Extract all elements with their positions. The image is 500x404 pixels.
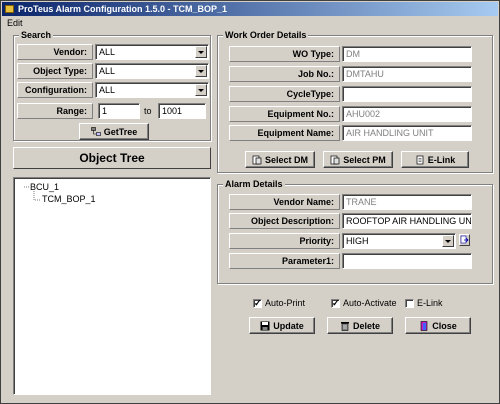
vendor-select[interactable]: ALL bbox=[95, 44, 209, 60]
job-no-label: Job No.: bbox=[229, 66, 340, 82]
parameter1-label: Parameter1: bbox=[229, 253, 340, 269]
range-to-label: to bbox=[144, 106, 152, 116]
trash-icon bbox=[340, 321, 349, 331]
select-dm-button[interactable]: Select DM bbox=[245, 151, 315, 168]
range-to-input[interactable]: 1001 bbox=[158, 103, 206, 119]
wo-type-label: WO Type: bbox=[229, 46, 340, 62]
vendor-label: Vendor: bbox=[17, 44, 93, 60]
vendor-name-label: Vendor Name: bbox=[229, 194, 340, 210]
priority-dropdown-icon[interactable] bbox=[442, 235, 454, 247]
link-icon bbox=[416, 155, 424, 164]
select-pm-label: Select PM bbox=[343, 154, 386, 165]
elink-checkbox-label: E-Link bbox=[417, 298, 443, 308]
auto-print-check[interactable] bbox=[253, 297, 262, 309]
priority-select[interactable]: HIGH bbox=[342, 233, 456, 249]
priority-select-value: HIGH bbox=[346, 236, 369, 246]
app-icon bbox=[5, 5, 14, 13]
configuration-select[interactable]: ALL bbox=[95, 82, 209, 98]
close-label: Close bbox=[432, 320, 457, 331]
priority-edit-icon[interactable] bbox=[459, 234, 470, 246]
delete-label: Delete bbox=[352, 320, 380, 331]
alarm-details-group-title: Alarm Details bbox=[223, 178, 285, 190]
tree-node-tcm-bop[interactable]: TCM_BOP_1 bbox=[42, 194, 96, 205]
equipment-name-field[interactable]: AIR HANDLING UNIT bbox=[342, 125, 472, 141]
auto-print-checkbox[interactable]: Auto-Print bbox=[253, 297, 305, 309]
title-bar: ProTeus Alarm Configuration 1.5.0 - TCM_… bbox=[2, 2, 498, 16]
save-icon bbox=[260, 321, 270, 330]
tree-node-bcu[interactable]: BCU_1 bbox=[30, 182, 59, 193]
priority-label: Priority: bbox=[229, 233, 340, 249]
gettree-button[interactable]: GetTree bbox=[79, 123, 149, 140]
auto-activate-check[interactable] bbox=[331, 297, 340, 309]
select-dm-label: Select DM bbox=[264, 154, 308, 165]
app-window: ProTeus Alarm Configuration 1.5.0 - TCM_… bbox=[0, 0, 500, 404]
update-button[interactable]: Update bbox=[249, 317, 315, 334]
configuration-dropdown-icon[interactable] bbox=[195, 84, 207, 96]
object-description-field[interactable]: ROOFTOP AIR HANDLING UNIT bbox=[342, 213, 472, 229]
delete-button[interactable]: Delete bbox=[327, 317, 393, 334]
gettree-label: GetTree bbox=[103, 126, 138, 137]
auto-activate-label: Auto-Activate bbox=[343, 298, 397, 308]
object-type-dropdown-icon[interactable] bbox=[195, 65, 207, 77]
elink-button-label: E-Link bbox=[427, 154, 456, 165]
menu-bar: Edit bbox=[3, 17, 27, 29]
elink-checkbox[interactable]: E-Link bbox=[405, 297, 443, 309]
window-title: ProTeus Alarm Configuration 1.5.0 - TCM_… bbox=[18, 4, 228, 14]
elink-button[interactable]: E-Link bbox=[401, 151, 469, 168]
door-exit-icon bbox=[420, 320, 428, 331]
parameter1-field[interactable] bbox=[342, 253, 472, 269]
auto-activate-checkbox[interactable]: Auto-Activate bbox=[331, 297, 397, 309]
object-type-select[interactable]: ALL bbox=[95, 63, 209, 79]
vendor-dropdown-icon[interactable] bbox=[195, 46, 207, 58]
object-type-label: Object Type: bbox=[17, 63, 93, 79]
auto-print-label: Auto-Print bbox=[265, 298, 306, 308]
object-tree[interactable]: BCU_1 TCM_BOP_1 bbox=[13, 177, 211, 395]
select-pm-button[interactable]: Select PM bbox=[323, 151, 393, 168]
work-order-group-title: Work Order Details bbox=[223, 29, 309, 41]
configuration-label: Configuration: bbox=[17, 82, 93, 98]
range-label: Range: bbox=[17, 103, 93, 119]
menu-edit[interactable]: Edit bbox=[3, 18, 27, 28]
object-description-label: Object Description: bbox=[229, 213, 340, 229]
vendor-name-field[interactable]: TRANE bbox=[342, 194, 472, 210]
tree-icon bbox=[90, 126, 101, 136]
update-label: Update bbox=[273, 320, 304, 331]
job-no-field[interactable]: DMTAHU bbox=[342, 66, 472, 82]
equipment-no-field[interactable]: AHU002 bbox=[342, 106, 472, 122]
cycle-type-label: CycleType: bbox=[229, 86, 340, 102]
vendor-select-value: ALL bbox=[99, 47, 116, 57]
wo-type-field[interactable]: DM bbox=[342, 46, 472, 62]
close-button[interactable]: Close bbox=[405, 317, 471, 334]
range-from-input[interactable]: 1 bbox=[98, 103, 140, 119]
equipment-no-label: Equipment No.: bbox=[229, 106, 340, 122]
document-icon bbox=[252, 155, 262, 164]
object-tree-header: Object Tree bbox=[13, 147, 211, 169]
elink-check[interactable] bbox=[405, 298, 414, 308]
object-type-select-value: ALL bbox=[99, 66, 116, 76]
configuration-select-value: ALL bbox=[99, 85, 116, 95]
document-icon bbox=[330, 155, 340, 164]
equipment-name-label: Equipment Name: bbox=[229, 125, 340, 141]
cycle-type-field[interactable] bbox=[342, 86, 472, 102]
search-group-title: Search bbox=[19, 29, 54, 41]
